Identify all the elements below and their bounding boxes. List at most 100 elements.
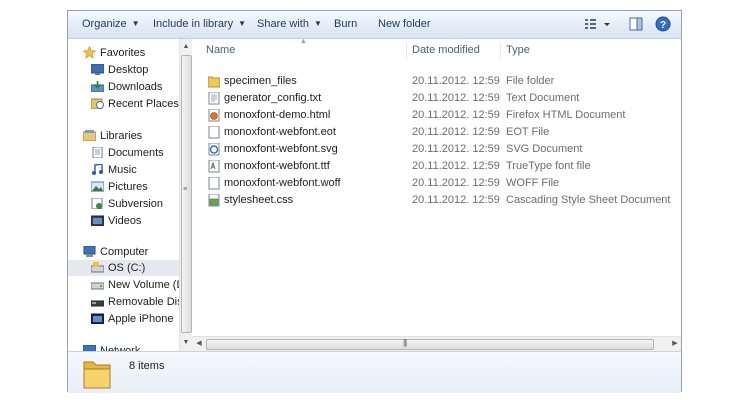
subversion-icon (91, 198, 103, 209)
file-type: Firefox HTML Document (506, 109, 626, 121)
file-name: monoxfont-webfont.eot (224, 126, 336, 138)
file-row[interactable]: generator_config.txt 20.11.2012. 12:59 T… (192, 90, 681, 107)
share-with-button[interactable]: Share with ▼ (257, 18, 322, 30)
drive-icon (91, 262, 104, 273)
new-folder-label: New folder (378, 18, 431, 30)
file-name: monoxfont-webfont.woff (224, 177, 341, 189)
nav-item-desktop[interactable]: Desktop (68, 62, 179, 78)
help-button[interactable]: ? (655, 16, 671, 32)
command-bar: Organize ▼ Include in library ▼ Share with… (68, 11, 681, 39)
column-divider[interactable] (406, 43, 407, 59)
folder-icon (208, 76, 220, 88)
file-type: TrueType font file (506, 160, 591, 172)
item-count: 8 items (129, 360, 165, 372)
include-in-library-button[interactable]: Include in library ▼ (153, 18, 246, 30)
downloads-icon (91, 81, 104, 92)
nav-item-label: New Volume (D:) (108, 279, 179, 291)
file-date: 20.11.2012. 12:59 (412, 143, 500, 155)
file-row[interactable]: monoxfont-webfont.woff 20.11.2012. 12:59… (192, 175, 681, 192)
file-list-pane: Name ▲ Date modified Type specimen_files… (192, 38, 681, 336)
file-type: EOT File (506, 126, 550, 138)
nav-item-music[interactable]: Music (68, 162, 179, 178)
column-header-name[interactable]: Name (206, 39, 235, 61)
file-row[interactable]: monoxfont-webfont.ttf 20.11.2012. 12:59 … (192, 158, 681, 175)
organize-button[interactable]: Organize ▼ (82, 18, 140, 30)
nav-favorites[interactable]: Favorites (68, 45, 179, 61)
nav-item-os-c[interactable]: OS (C:) (68, 260, 179, 276)
file-name: monoxfont-demo.html (224, 109, 331, 121)
file-date: 20.11.2012. 12:59 (412, 160, 500, 172)
file-date: 20.11.2012. 12:59 (412, 126, 500, 138)
scroll-left-arrow-icon[interactable]: ◀ (193, 338, 205, 350)
star-icon (83, 46, 96, 59)
file-row[interactable]: specimen_files 20.11.2012. 12:59 File fo… (192, 73, 681, 90)
nav-item-label: Apple iPhone (108, 313, 174, 325)
nav-item-downloads[interactable]: Downloads (68, 79, 179, 95)
scroll-up-arrow-icon[interactable]: ▲ (180, 41, 192, 53)
css-file-icon (208, 194, 220, 207)
column-type-label: Type (506, 44, 530, 56)
file-row[interactable]: monoxfont-webfont.eot 20.11.2012. 12:59 … (192, 124, 681, 141)
nav-item-new-volume-d[interactable]: New Volume (D:) (68, 277, 179, 293)
burn-button[interactable]: Burn (334, 18, 357, 30)
nav-item-label: Downloads (108, 81, 163, 93)
burn-label: Burn (334, 18, 358, 30)
column-divider[interactable] (500, 43, 501, 59)
horizontal-scroll-thumb[interactable]: ||| (206, 338, 654, 350)
include-in-library-label: Include in library (153, 18, 234, 30)
file-type: File folder (506, 75, 555, 87)
sort-indicator-icon: ▲ (300, 38, 307, 45)
nav-scrollbar[interactable]: ▲ ≡ ▼ (179, 39, 192, 351)
column-header-type[interactable]: Type (506, 39, 530, 61)
file-row[interactable]: stylesheet.css 20.11.2012. 12:59 Cascadi… (192, 192, 681, 209)
view-options-icon (585, 19, 610, 29)
column-header-date[interactable]: Date modified (412, 39, 480, 61)
recent-places-icon (91, 98, 104, 109)
nav-item-label: Recent Places (108, 98, 179, 110)
scroll-right-arrow-icon[interactable]: ▶ (669, 338, 681, 350)
blank-file-icon (208, 177, 220, 190)
file-name: stylesheet.css (224, 194, 294, 206)
nav-item-recent-places[interactable]: Recent Places (68, 96, 179, 112)
nav-item-label: Music (108, 164, 137, 176)
nav-item-label: OS (C:) (108, 262, 146, 274)
documents-icon (92, 147, 103, 158)
nav-item-label: Removable Disk (108, 296, 179, 308)
nav-libraries[interactable]: Libraries (68, 128, 179, 144)
view-options-button[interactable] (584, 16, 614, 32)
nav-item-pictures[interactable]: Pictures (68, 179, 179, 195)
nav-item-label: Videos (108, 215, 142, 227)
scroll-down-arrow-icon[interactable]: ▼ (180, 337, 192, 349)
help-icon: ? (655, 16, 671, 32)
horizontal-scrollbar[interactable]: ◀ ||| ▶ (192, 336, 681, 352)
file-type: WOFF File (506, 177, 560, 189)
file-date: 20.11.2012. 12:59 (412, 194, 500, 206)
file-row[interactable]: monoxfont-webfont.svg 20.11.2012. 12:59 … (192, 141, 681, 158)
grip-icon: ≡ (183, 186, 187, 193)
nav-computer[interactable]: Computer (68, 244, 179, 260)
drive-icon (91, 282, 104, 290)
text-file-icon (208, 92, 220, 105)
file-row[interactable]: monoxfont-demo.html 20.11.2012. 12:59 Fi… (192, 107, 681, 124)
nav-network[interactable]: Network (68, 343, 179, 351)
share-with-label: Share with (257, 18, 309, 30)
explorer-window: Organize ▼ Include in library ▼ Share with… (67, 10, 682, 393)
nav-item-removable-disk[interactable]: Removable Disk (68, 294, 179, 310)
libraries-icon (83, 130, 96, 141)
file-name: monoxfont-webfont.svg (224, 143, 338, 155)
file-name: generator_config.txt (224, 92, 322, 104)
nav-item-documents[interactable]: Documents (68, 145, 179, 161)
nav-scroll-thumb[interactable]: ≡ (181, 55, 192, 333)
file-date: 20.11.2012. 12:59 (412, 75, 500, 87)
file-name: specimen_files (224, 75, 297, 87)
chevron-down-icon: ▼ (131, 19, 140, 28)
column-name-label: Name (206, 44, 236, 56)
new-folder-button[interactable]: New folder (378, 18, 431, 30)
nav-item-apple-iphone[interactable]: Apple iPhone (68, 311, 179, 327)
videos-icon (91, 215, 104, 226)
preview-pane-button[interactable] (628, 16, 644, 32)
nav-item-videos[interactable]: Videos (68, 213, 179, 229)
nav-item-label: Documents (108, 147, 164, 159)
nav-item-subversion[interactable]: Subversion (68, 196, 179, 212)
file-type: SVG Document (506, 143, 583, 155)
